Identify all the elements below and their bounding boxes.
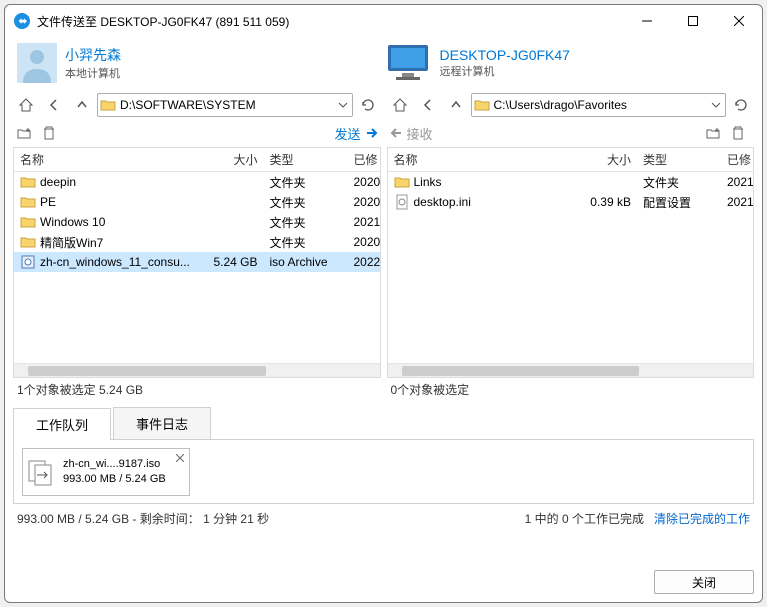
local-sub: 本地计算机 (65, 65, 121, 81)
table-row[interactable]: zh-cn_windows_11_consu...5.24 GBiso Arch… (14, 252, 380, 272)
up-button[interactable] (69, 93, 95, 117)
file-icon (394, 194, 410, 210)
maximize-button[interactable] (670, 5, 716, 37)
home-button[interactable] (13, 93, 39, 117)
local-status: 1个对象被选定 5.24 GB (13, 378, 381, 401)
remote-pane: C:\Users\drago\Favorites 接收 (387, 91, 755, 401)
back-button[interactable] (415, 93, 441, 117)
new-folder-button[interactable] (15, 123, 35, 143)
tab-queue[interactable]: 工作队列 (13, 408, 111, 440)
file-icon (20, 254, 36, 270)
footer-progress: 993.00 MB / 5.24 GB - 剩余时间： 1 分钟 21 秒 (17, 510, 269, 527)
local-peer: 小羿先森 本地计算机 (17, 39, 384, 87)
queue-progress: 993.00 MB / 5.24 GB (63, 472, 166, 486)
tab-log[interactable]: 事件日志 (113, 407, 211, 439)
queue-file-name: zh-cn_wi....9187.iso (63, 457, 166, 471)
monitor-icon (384, 43, 432, 83)
delete-button[interactable] (39, 123, 59, 143)
queue-item[interactable]: zh-cn_wi....9187.iso 993.00 MB / 5.24 GB (22, 448, 190, 496)
receive-arrow-icon (389, 126, 403, 140)
horizontal-scrollbar[interactable] (14, 363, 380, 377)
footer-jobs: 1 中的 0 个工作已完成 (525, 510, 644, 527)
folder-icon (100, 97, 116, 113)
refresh-button[interactable] (355, 93, 381, 117)
file-icon (20, 234, 36, 250)
new-folder-button[interactable] (704, 123, 724, 143)
local-path-box[interactable]: D:\SOFTWARE\SYSTEM (97, 93, 353, 117)
table-row[interactable]: 精简版Win7文件夹2020 (14, 232, 380, 252)
back-button[interactable] (41, 93, 67, 117)
home-button[interactable] (387, 93, 413, 117)
horizontal-scrollbar[interactable] (388, 363, 754, 377)
remote-status: 0个对象被选定 (387, 378, 755, 401)
minimize-button[interactable] (624, 5, 670, 37)
file-icon (20, 214, 36, 230)
delete-button[interactable] (728, 123, 748, 143)
file-icon (20, 194, 36, 210)
chevron-down-icon[interactable] (709, 98, 723, 112)
titlebar: 文件传送至 DESKTOP-JG0FK47 (891 511 059) (5, 5, 762, 37)
table-row[interactable]: PE文件夹2020 (14, 192, 380, 212)
table-row[interactable]: deepin文件夹2020 (14, 172, 380, 192)
local-pane: D:\SOFTWARE\SYSTEM 发送 名称 (13, 91, 381, 401)
app-icon (13, 12, 31, 30)
folder-icon (474, 97, 490, 113)
file-icon (394, 174, 410, 190)
remote-name: DESKTOP-JG0FK47 (440, 47, 570, 63)
remote-path-box[interactable]: C:\Users\drago\Favorites (471, 93, 727, 117)
table-row[interactable]: Links文件夹2021 (388, 172, 754, 192)
table-row[interactable]: desktop.ini0.39 kB配置设置2021 (388, 192, 754, 212)
remote-sub: 远程计算机 (440, 63, 570, 79)
window-title: 文件传送至 DESKTOP-JG0FK47 (891 511 059) (37, 13, 624, 30)
receive-button[interactable]: 接收 (389, 124, 433, 143)
refresh-button[interactable] (728, 93, 754, 117)
close-window-button[interactable] (716, 5, 762, 37)
send-arrow-icon (365, 126, 379, 140)
column-headers[interactable]: 名称 大小 类型 已修 (388, 148, 754, 172)
clear-completed-link[interactable]: 清除已完成的工作 (654, 510, 750, 527)
avatar-icon (17, 43, 57, 83)
column-headers[interactable]: 名称 大小 类型 已修 (14, 148, 380, 172)
up-button[interactable] (443, 93, 469, 117)
table-row[interactable]: Windows 10文件夹2021 (14, 212, 380, 232)
close-button[interactable]: 关闭 (654, 570, 754, 594)
remote-file-rows[interactable]: Links文件夹2021desktop.ini0.39 kB配置设置2021 (388, 172, 754, 363)
file-icon (20, 174, 36, 190)
queue-close-button[interactable] (173, 451, 187, 465)
queue-panel: zh-cn_wi....9187.iso 993.00 MB / 5.24 GB (13, 440, 754, 504)
local-name: 小羿先森 (65, 45, 121, 65)
remote-peer: DESKTOP-JG0FK47 远程计算机 (384, 39, 751, 87)
send-button[interactable]: 发送 (334, 124, 378, 143)
transfer-icon (27, 457, 57, 487)
local-file-rows[interactable]: deepin文件夹2020PE文件夹2020Windows 10文件夹2021精… (14, 172, 380, 363)
chevron-down-icon[interactable] (336, 98, 350, 112)
